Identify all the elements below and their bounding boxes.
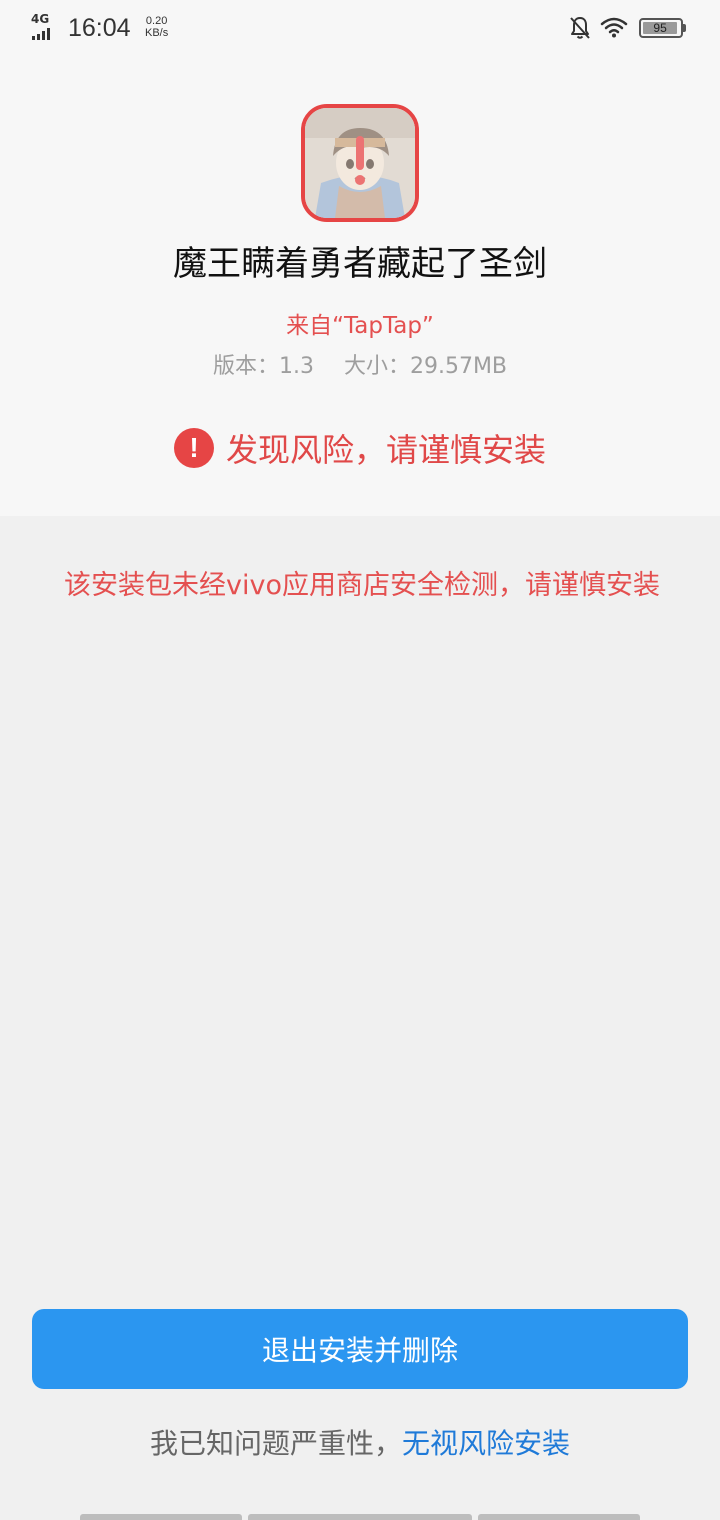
warning-icon: !: [173, 428, 214, 468]
ignore-risk-install-link[interactable]: 无视风险安装: [402, 1427, 570, 1460]
risk-description: 该安装包未经vivo应用商店安全检测，请谨慎安装: [64, 570, 660, 601]
gesture-nav-bar[interactable]: [80, 1514, 640, 1520]
ignore-risk-prefix: 我已知问题严重性，: [149, 1427, 402, 1460]
battery-icon: 95: [639, 18, 683, 38]
app-source: 来自“TapTap”: [286, 313, 434, 339]
app-icon: [301, 104, 419, 222]
network-type: 4G: [31, 12, 50, 26]
battery-level: 95: [653, 21, 667, 35]
status-time: 16:04: [68, 14, 131, 42]
battery-fill: 95: [643, 21, 678, 35]
nav-segment-right[interactable]: [478, 1514, 640, 1520]
battery-tip: [683, 24, 686, 32]
risk-title: 发现风险，请谨慎安装: [225, 431, 546, 469]
app-name: 魔王瞒着勇者藏起了圣剑: [173, 244, 547, 284]
signal-icon: [32, 28, 54, 40]
app-meta: 版本：1.3 大小：29.57MB: [0, 348, 720, 380]
network-speed-unit: KB/s: [145, 27, 169, 39]
nav-segment-middle[interactable]: [248, 1514, 472, 1520]
network-speed-value: 0.20: [145, 15, 168, 27]
status-bar: 4G 16:04 0.20 KB/s 95: [0, 0, 720, 56]
app-icon-image: [305, 108, 415, 218]
network-speed: 0.20 KB/s: [145, 15, 168, 39]
exit-and-delete-button[interactable]: 退出安装并删除: [32, 1309, 688, 1389]
risk-warning: ! 发现风险，请谨慎安装: [0, 424, 720, 472]
app-version: 版本：1.3: [212, 354, 314, 379]
wifi-icon: [600, 17, 628, 38]
bell-off-icon: [570, 17, 590, 39]
nav-segment-left[interactable]: [80, 1514, 242, 1520]
app-size: 大小：29.57MB: [343, 354, 508, 379]
ignore-risk-row: 我已知问题严重性，无视风险安装: [0, 1422, 720, 1462]
